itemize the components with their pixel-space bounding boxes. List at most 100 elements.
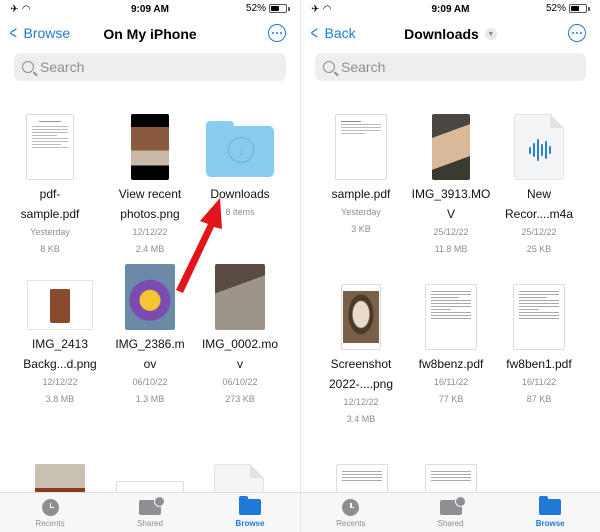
file-date: 16/11/22 bbox=[521, 377, 557, 387]
more-options-button[interactable] bbox=[268, 24, 286, 42]
chevron-left-icon: < bbox=[9, 23, 17, 43]
page-title: On My iPhone bbox=[103, 26, 197, 42]
tab-browse[interactable]: Browse bbox=[200, 493, 300, 532]
file-size: 1.3 MB bbox=[135, 394, 165, 404]
file-size: 2.4 MB bbox=[135, 244, 165, 254]
file-item[interactable]: fw8benz.pdf 16/11/22 77 KB bbox=[401, 284, 501, 408]
chevron-left-icon: < bbox=[310, 23, 318, 43]
nav-bar: < Back Downloads ▼ bbox=[301, 22, 600, 48]
search-field[interactable] bbox=[14, 53, 286, 81]
file-date: Yesterday bbox=[341, 207, 381, 217]
file-item[interactable]: Screenshot 2022-....png 12/12/22 3.4 MB bbox=[311, 284, 411, 428]
file-name: fw8benz.pdf bbox=[418, 357, 484, 371]
on-my-iphone-panel: ✈ ◠ 9:09 AM 52% < Browse On My iPhone Se… bbox=[0, 0, 300, 532]
file-size: 273 KB bbox=[225, 394, 255, 404]
back-label: Browse bbox=[23, 25, 71, 41]
file-name: Screenshot 2022-....png bbox=[328, 357, 394, 391]
tab-bar: Recents Shared Browse bbox=[0, 492, 300, 532]
search-icon bbox=[22, 61, 34, 73]
status-bar: ✈ ◠ 9:09 AM 52% bbox=[301, 0, 600, 20]
battery-percent: 52% bbox=[545, 3, 566, 14]
folder-item-count: 8 items bbox=[225, 207, 255, 217]
battery-percent: 52% bbox=[245, 3, 266, 14]
title-menu[interactable]: Downloads ▼ bbox=[404, 26, 497, 42]
file-size: 3.8 MB bbox=[45, 394, 75, 404]
waveform-icon bbox=[529, 139, 551, 161]
pdf-thumbnail bbox=[513, 284, 565, 350]
battery-icon bbox=[569, 4, 587, 13]
image-thumbnail bbox=[131, 114, 169, 180]
file-size: 8 KB bbox=[40, 244, 60, 254]
file-date: 25/12/22 bbox=[521, 227, 557, 237]
file-date: 25/12/22 bbox=[433, 227, 469, 237]
file-size: 25 KB bbox=[526, 244, 552, 254]
file-name: IMG_2386.m ov bbox=[115, 337, 185, 371]
back-button-browse[interactable]: < Browse bbox=[8, 23, 71, 43]
download-arrow-icon: ↓ bbox=[228, 137, 254, 163]
file-name: IMG_0002.mo v bbox=[201, 337, 279, 371]
file-name: sample.pdf bbox=[331, 187, 391, 201]
page-title: Downloads bbox=[404, 26, 479, 42]
clock-icon bbox=[41, 498, 59, 516]
pdf-thumbnail bbox=[26, 114, 74, 180]
search-icon bbox=[323, 61, 335, 73]
image-thumbnail bbox=[341, 284, 381, 350]
folder-icon bbox=[539, 496, 562, 515]
tab-shared[interactable]: Shared bbox=[401, 493, 501, 532]
video-thumbnail bbox=[432, 114, 470, 180]
file-date: 12/12/22 bbox=[42, 377, 78, 387]
file-size: 77 KB bbox=[438, 394, 464, 404]
file-item[interactable]: IMG_2413 Backg...d.png 12/12/22 3.8 MB bbox=[10, 280, 110, 408]
search-input[interactable] bbox=[341, 59, 541, 75]
tab-browse[interactable]: Browse bbox=[500, 493, 600, 532]
folder-name: Downloads bbox=[210, 187, 270, 201]
video-thumbnail bbox=[125, 264, 175, 330]
downloads-folder[interactable]: ↓ Downloads 8 items bbox=[190, 100, 290, 221]
file-size: 11.8 MB bbox=[434, 244, 468, 254]
search-input[interactable] bbox=[40, 59, 240, 75]
file-item[interactable]: IMG_2386.m ov 06/10/22 1.3 MB bbox=[100, 264, 200, 408]
file-item[interactable]: IMG_3913.MO V 25/12/22 11.8 MB bbox=[401, 100, 501, 258]
file-size: 3 KB bbox=[351, 224, 371, 234]
downloads-panel: ✈ ◠ 9:09 AM 52% < Back Downloads ▼ Searc… bbox=[301, 0, 600, 532]
file-item[interactable]: View recent photos.png 12/12/22 2.4 MB bbox=[100, 100, 200, 258]
pdf-thumbnail bbox=[335, 114, 387, 180]
file-date: 06/10/22 bbox=[132, 377, 168, 387]
audio-thumbnail bbox=[514, 114, 564, 180]
file-item[interactable]: IMG_0002.mo v 06/10/22 273 KB bbox=[190, 264, 290, 408]
tab-shared[interactable]: Shared bbox=[100, 493, 200, 532]
file-item[interactable]: fw8ben1.pdf 16/11/22 87 KB bbox=[489, 284, 589, 408]
image-thumbnail bbox=[27, 280, 93, 330]
back-button[interactable]: < Back bbox=[309, 24, 356, 42]
file-date: 12/12/22 bbox=[343, 397, 379, 407]
file-size: 87 KB bbox=[526, 394, 552, 404]
shared-folder-icon bbox=[439, 495, 466, 515]
file-size: 3.4 MB bbox=[346, 414, 376, 424]
folder-icon bbox=[239, 496, 261, 515]
tab-recents[interactable]: Recents bbox=[0, 493, 100, 532]
file-name: pdf-sample.pdf bbox=[20, 187, 80, 221]
tab-recents[interactable]: Recents bbox=[301, 493, 401, 532]
file-date: 06/10/22 bbox=[222, 377, 258, 387]
file-name: IMG_3913.MO V bbox=[411, 187, 491, 221]
pdf-thumbnail bbox=[425, 284, 477, 350]
search-field[interactable] bbox=[315, 53, 586, 81]
file-date: 16/11/22 bbox=[433, 377, 469, 387]
file-name: fw8ben1.pdf bbox=[506, 357, 572, 371]
file-item[interactable]: pdf-sample.pdf Yesterday 8 KB bbox=[0, 100, 100, 258]
file-name: View recent photos.png bbox=[118, 187, 182, 221]
file-item[interactable]: sample.pdf Yesterday 3 KB bbox=[311, 100, 411, 238]
chevron-down-icon: ▼ bbox=[484, 28, 497, 40]
video-thumbnail bbox=[215, 264, 265, 330]
more-options-button[interactable] bbox=[568, 24, 586, 42]
back-label: Back bbox=[324, 25, 356, 41]
tab-bar: Recents Shared Browse bbox=[301, 492, 600, 532]
file-item[interactable]: New Recor....m4a 25/12/22 25 KB bbox=[489, 100, 589, 258]
file-name: New Recor....m4a bbox=[504, 187, 574, 221]
file-date: 12/12/22 bbox=[132, 227, 168, 237]
file-date: Yesterday bbox=[30, 227, 70, 237]
clock-icon bbox=[342, 498, 360, 516]
shared-folder-icon bbox=[139, 495, 165, 515]
nav-bar: < Browse On My iPhone bbox=[0, 22, 300, 48]
status-bar: ✈ ◠ 9:09 AM 52% bbox=[0, 0, 300, 20]
